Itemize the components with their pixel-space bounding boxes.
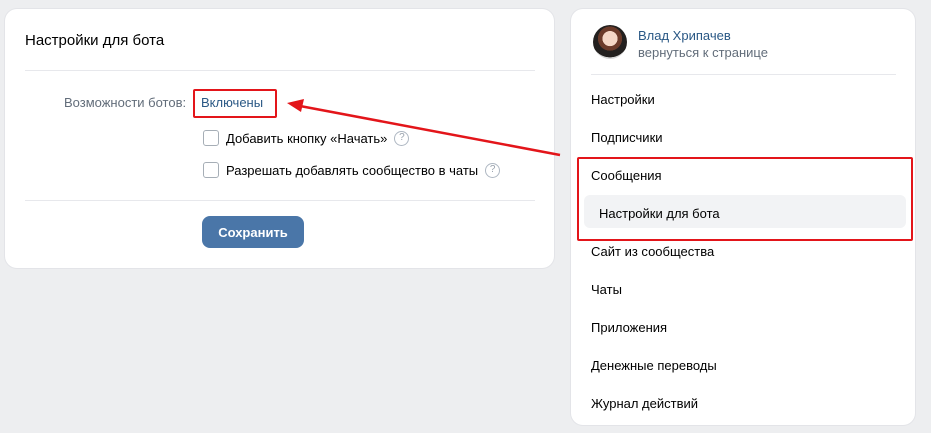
annotation-arrow bbox=[287, 99, 561, 157]
